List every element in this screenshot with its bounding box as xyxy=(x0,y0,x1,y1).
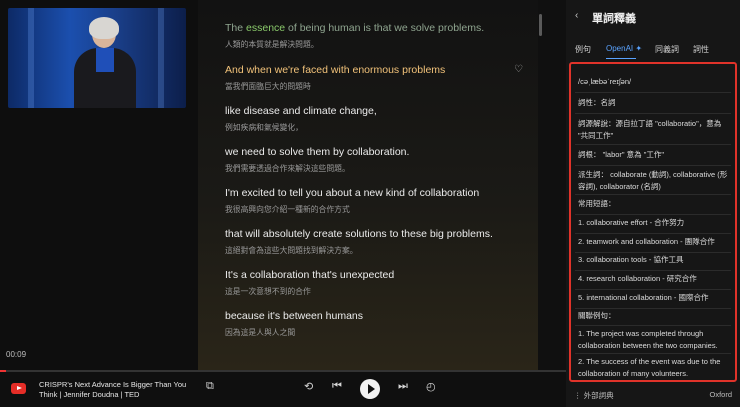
transcript-line[interactable]: I'm excited to tell you about a new kind… xyxy=(225,187,525,215)
next-icon[interactable]: ⏭ xyxy=(398,380,408,393)
progress-bar[interactable] xyxy=(0,370,566,372)
phrase-item: 4. research collaboration - 研究合作 xyxy=(578,274,697,283)
transcript-line[interactable]: we need to solve them by collaboration. … xyxy=(225,146,525,174)
dictionary-header: ‹ 單詞釋義 xyxy=(566,8,740,28)
dictionary-panel: ‹ 單詞釋義 例句 OpenAI ✦ 同義詞 詞性 /cəˌlæbəˈreɪʃə… xyxy=(566,0,740,407)
external-dictionary-button[interactable]: ⋮ 外部詞典 xyxy=(574,390,614,401)
transcript-line[interactable]: like disease and climate change, 例如疾病和氣候… xyxy=(225,105,525,133)
transcript-text: It's a collaboration that's unexpected xyxy=(225,269,395,281)
dictionary-footer: ⋮ 外部詞典 Oxford xyxy=(566,388,740,404)
entry-root: 詞根： "labor" 意為 "工作" xyxy=(578,150,665,159)
phrase-item: 5. international collaboration - 國際合作 xyxy=(578,293,709,302)
back-icon[interactable]: ‹ xyxy=(575,10,578,21)
transcript-panel: The essence of being human is that we so… xyxy=(198,0,538,370)
video-panel: 00:09 xyxy=(0,0,198,370)
progress-fill xyxy=(0,370,6,372)
example-item: 1. The project was completed through col… xyxy=(578,329,718,350)
transcript-text: I'm excited to tell you about a new kind… xyxy=(225,187,480,199)
transcript-translation: 我很高興向您介紹一種新的合作方式 xyxy=(225,205,350,214)
phrase-item: 1. collaborative effort - 合作努力 xyxy=(578,218,685,227)
transcript-translation: 當我們面臨巨大的問題時 xyxy=(225,82,311,91)
speed-icon[interactable]: ◴ xyxy=(426,380,436,393)
speaker-image xyxy=(70,17,140,108)
phrase-item: 3. collaboration tools - 協作工具 xyxy=(578,255,684,264)
video-thumbnail[interactable] xyxy=(8,8,186,108)
heart-icon[interactable]: ♡ xyxy=(514,64,523,75)
entry-examples-heading: 關聯例句： xyxy=(578,311,616,320)
pronunciation: /cəˌlæbəˈreɪʃən/ xyxy=(578,77,632,86)
entry-pos: 詞性：名詞 xyxy=(578,98,616,107)
transcript-text: because it's between humans xyxy=(225,310,364,322)
transcript-line[interactable]: It's a collaboration that's unexpected 這… xyxy=(225,269,525,297)
phrase-item: 2. teamwork and collaboration - 團隊合作 xyxy=(578,237,715,246)
transcript-text: we need to solve them by collaboration. xyxy=(225,146,410,158)
youtube-logo-icon[interactable] xyxy=(11,383,26,394)
transcript-line[interactable]: because it's between humans 因為這是人與人之間 xyxy=(225,310,525,338)
dictionary-title: 單詞釋義 xyxy=(592,13,636,25)
transcript-translation: 因為這是人與人之間 xyxy=(225,328,296,337)
transcript-translation: 例如疾病和氣候變化， xyxy=(225,123,303,132)
tab-openai[interactable]: OpenAI ✦ xyxy=(606,44,642,53)
transcript-translation: 這是一次意想不到的合作 xyxy=(225,287,311,296)
play-button[interactable] xyxy=(360,379,380,399)
transcript-translation: 我們需要透過合作來解決這些問題。 xyxy=(225,164,350,173)
tab-part-of-speech[interactable]: 詞性 xyxy=(693,44,709,55)
player-bar: CRISPR's Next Advance Is Bigger Than You… xyxy=(0,370,566,407)
tab-examples[interactable]: 例句 xyxy=(575,44,591,55)
transcript-translation: 這絕對會為這些大問題找到解決方案。 xyxy=(225,246,358,255)
repeat-icon[interactable]: ⟲ xyxy=(304,380,313,393)
transcript-scrollbar[interactable] xyxy=(539,14,542,36)
entry-derivatives: 派生詞： collaborate (動詞), collaborative (形容… xyxy=(578,170,728,191)
transcript-translation: 人類的本質就是解決問題。 xyxy=(225,40,319,49)
transcript-text: And when we're faced with enormous probl… xyxy=(225,64,446,76)
highlighted-word[interactable]: essence xyxy=(246,22,285,34)
tab-synonyms[interactable]: 同義詞 xyxy=(655,44,679,55)
oxford-source[interactable]: Oxford xyxy=(709,390,732,399)
active-tab-indicator xyxy=(606,58,636,59)
definition-content: /cəˌlæbəˈreɪʃən/ 詞性：名詞 詞源解說：源自拉丁語 "colla… xyxy=(569,62,737,382)
example-item: 2. The success of the event was due to t… xyxy=(578,357,721,378)
transcript-line-active[interactable]: And when we're faced with enormous probl… xyxy=(225,64,525,92)
transcript-line[interactable]: that will absolutely create solutions to… xyxy=(225,228,525,256)
previous-icon[interactable]: ⏮ xyxy=(332,380,342,393)
dictionary-tabs: 例句 OpenAI ✦ 同義詞 詞性 xyxy=(566,44,740,58)
video-title[interactable]: CRISPR's Next Advance Is Bigger Than You… xyxy=(39,380,189,400)
entry-phrases-heading: 常用短語： xyxy=(578,199,616,208)
external-link-icon[interactable]: ⧉ xyxy=(206,380,214,393)
transcript-text: that will absolutely create solutions to… xyxy=(225,228,493,240)
transcript-text: like disease and climate change, xyxy=(225,105,377,117)
playback-time: 00:09 xyxy=(6,350,27,359)
transcript-line[interactable]: The essence of being human is that we so… xyxy=(225,22,525,50)
entry-etymology: 詞源解說：源自拉丁語 "collaboratio"，意為 "共同工作" xyxy=(578,119,722,140)
